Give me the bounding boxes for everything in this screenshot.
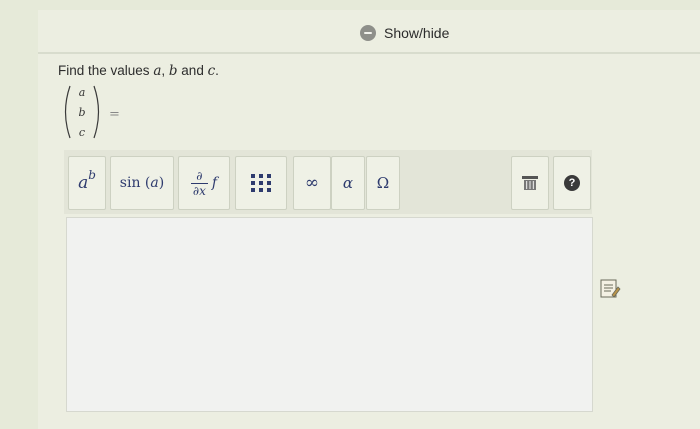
vector-abc: a b c = (64, 85, 120, 139)
question-sep-2: and (177, 63, 208, 78)
vector-right-paren (93, 85, 100, 139)
notes-icon[interactable] (599, 277, 621, 299)
partial-derivative-button[interactable]: ∂ ∂x f (178, 156, 230, 210)
vector-left-paren (64, 85, 71, 139)
partial-numerator: ∂ (196, 168, 203, 183)
partial-denominator: ∂x (190, 182, 208, 198)
infinity-button[interactable]: ∞ (293, 156, 331, 210)
greek-lowercase-button[interactable]: α (331, 156, 365, 210)
vector-equals: = (109, 107, 120, 122)
question-suffix: . (215, 63, 219, 78)
question-prefix: Find the values (58, 63, 154, 78)
power-base: a (78, 173, 89, 193)
power-button[interactable]: ab (68, 156, 106, 210)
trash-icon (522, 176, 538, 190)
vector-entry-b: b (78, 106, 85, 119)
sin-button[interactable]: sin (a) (110, 156, 174, 210)
help-button[interactable]: ? (553, 156, 591, 210)
matrix-button[interactable] (235, 156, 287, 210)
greek-uppercase-button[interactable]: Ω (366, 156, 400, 210)
power-exponent: b (88, 168, 96, 182)
var-c: c (207, 63, 216, 79)
question-sep-1: , (161, 63, 169, 78)
vector-entry-c: c (79, 126, 85, 139)
infinity-symbol: ∞ (304, 173, 320, 193)
collapse-icon (360, 25, 376, 41)
sin-arg: a (150, 175, 159, 191)
show-hide-label: Show/hide (384, 25, 450, 41)
matrix-icon (251, 174, 271, 192)
omega-symbol: Ω (376, 174, 390, 192)
sin-label: sin (119, 175, 141, 191)
delete-button[interactable] (511, 156, 549, 210)
vector-entry-a: a (79, 86, 86, 99)
answer-input-area[interactable] (66, 217, 593, 412)
partial-fraction: ∂ ∂x (190, 168, 208, 198)
partial-function: f (211, 175, 218, 191)
var-b: b (168, 63, 178, 79)
help-icon: ? (564, 175, 580, 191)
alpha-symbol: α (342, 174, 354, 192)
question-text: Find the values a, b and c. (58, 63, 219, 79)
show-hide-toggle[interactable]: Show/hide (360, 25, 449, 41)
header-divider (38, 52, 700, 54)
